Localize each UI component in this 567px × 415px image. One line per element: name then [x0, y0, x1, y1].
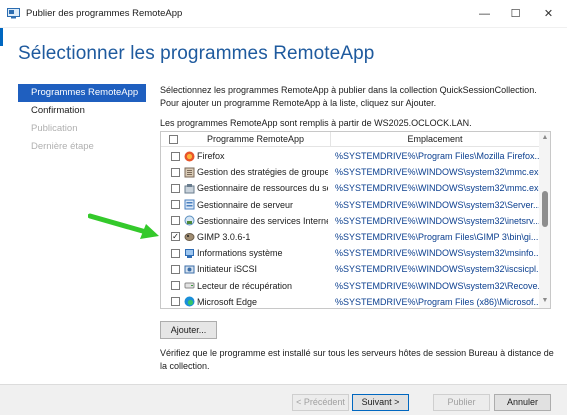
- program-row[interactable]: Informations système %SYSTEMDRIVE%\WINDOW…: [161, 245, 539, 261]
- column-header-location[interactable]: Emplacement: [331, 132, 539, 147]
- title-bar: Publier des programmes RemoteApp — ☐ ✕: [0, 0, 567, 28]
- program-row[interactable]: ✓ GIMP 3.0.6-1 %SYSTEMDRIVE%\Program Files…: [161, 229, 539, 245]
- select-all-checkbox[interactable]: [169, 135, 178, 144]
- program-checkbox[interactable]: [171, 281, 180, 290]
- wizard-nav: Programmes RemoteApp Confirmation Public…: [18, 84, 146, 156]
- program-name: Gestion des stratégies de groupe: [197, 167, 328, 178]
- resource-manager-icon: [184, 183, 195, 194]
- program-name: Microsoft Edge: [197, 296, 258, 307]
- program-row[interactable]: Gestionnaire de ressources du serveur %SY…: [161, 180, 539, 196]
- remote-desktop-icon: [7, 8, 20, 19]
- program-name: Initiateur iSCSI: [197, 264, 258, 275]
- nav-item-programmes-remoteapp[interactable]: Programmes RemoteApp: [18, 84, 146, 102]
- program-row[interactable]: Firefox %SYSTEMDRIVE%\Program Files\Mozil…: [161, 148, 539, 164]
- green-arrow-icon: [88, 213, 159, 239]
- program-name: Firefox: [197, 151, 225, 161]
- nav-item-confirmation[interactable]: Confirmation: [18, 102, 146, 120]
- program-row[interactable]: Lecteur de récupération %SYSTEMDRIVE%\WIN…: [161, 278, 539, 294]
- program-location: %SYSTEMDRIVE%\Program Files (x86)\Micros…: [335, 296, 539, 307]
- nav-item-publication: Publication: [31, 123, 78, 134]
- program-location: %SYSTEMDRIVE%\WINDOWS\system32\Recove...: [335, 280, 539, 291]
- scroll-up-arrow-icon[interactable]: ▲: [539, 133, 550, 143]
- next-button[interactable]: Suivant >: [352, 394, 409, 411]
- server-manager-icon: [184, 199, 195, 210]
- window-title: Publier des programmes RemoteApp: [26, 8, 183, 19]
- program-name: Gestionnaire de ressources du serveur: [197, 183, 328, 194]
- recovery-drive-icon: [184, 282, 195, 289]
- program-location: %SYSTEMDRIVE%\Program Files\Mozilla Fire…: [335, 151, 539, 161]
- program-row[interactable]: Initiateur iSCSI %SYSTEMDRIVE%\WINDOWS\sy…: [161, 261, 539, 277]
- gimp-icon: [184, 233, 195, 242]
- program-list[interactable]: Programme RemoteApp Emplacement Firefox%…: [160, 131, 551, 309]
- program-location: %SYSTEMDRIVE%\WINDOWS\system32\inetsrv..…: [335, 215, 539, 226]
- edge-icon: [184, 296, 195, 307]
- program-location: %SYSTEMDRIVE%\WINDOWS\system32\iscsicpl.…: [335, 264, 539, 275]
- program-name: Gestionnaire de serveur: [197, 199, 294, 210]
- window-edge-accent: [0, 28, 3, 46]
- iscsi-icon: [184, 265, 195, 274]
- previous-button: < Précédent: [292, 394, 349, 411]
- program-location: %SYSTEMDRIVE%\WINDOWS\system32\mmc.exe: [335, 183, 539, 194]
- program-checkbox[interactable]: ✓: [171, 232, 180, 242]
- close-button[interactable]: ✕: [532, 0, 565, 28]
- program-checkbox[interactable]: [171, 264, 180, 274]
- program-checkbox[interactable]: [171, 200, 180, 210]
- program-row[interactable]: Gestionnaire des services Internet %SYSTE…: [161, 213, 539, 229]
- program-row[interactable]: Gestionnaire de serveur %SYSTEMDRIVE%\WIN…: [161, 197, 539, 213]
- publish-button: Publier: [433, 394, 490, 411]
- wizard-footer: < Précédent Suivant > Publier Annuler: [0, 384, 567, 415]
- firefox-icon: [184, 151, 195, 161]
- program-checkbox[interactable]: [171, 248, 180, 258]
- program-checkbox[interactable]: [171, 216, 180, 226]
- cancel-button[interactable]: Annuler: [494, 394, 551, 411]
- nav-item-derniere-etape: Dernière étape: [31, 141, 94, 152]
- program-name: Informations système: [197, 248, 283, 259]
- program-name: GIMP 3.0.6-1: [197, 231, 251, 242]
- scroll-thumb[interactable]: [542, 191, 548, 227]
- program-checkbox[interactable]: [171, 297, 180, 307]
- program-location: %SYSTEMDRIVE%\WINDOWS\system32\Server...: [335, 199, 539, 210]
- system-info-icon: [185, 248, 194, 258]
- group-policy-icon: [184, 167, 195, 178]
- maximize-button[interactable]: ☐: [499, 0, 532, 28]
- install-note: Vérifiez que le programme est installé s…: [160, 348, 554, 371]
- add-button[interactable]: Ajouter...: [160, 321, 217, 339]
- column-header-program[interactable]: Programme RemoteApp: [181, 132, 331, 147]
- program-checkbox[interactable]: [171, 183, 180, 193]
- program-row[interactable]: Gestion des stratégies de groupe %SYSTEMD…: [161, 164, 539, 180]
- program-rows: Firefox %SYSTEMDRIVE%\Program Files\Mozil…: [161, 148, 539, 308]
- program-location: %SYSTEMDRIVE%\Program Files\GIMP 3\bin\g…: [335, 231, 539, 242]
- program-location: %SYSTEMDRIVE%\WINDOWS\system32\msinfo...: [335, 248, 539, 259]
- scroll-down-arrow-icon[interactable]: ▼: [539, 296, 550, 306]
- program-list-label: Les programmes RemoteApp sont remplis à …: [160, 118, 472, 128]
- program-checkbox[interactable]: [171, 167, 180, 177]
- page-title: Sélectionner les programmes RemoteApp: [18, 43, 375, 64]
- program-checkbox[interactable]: [171, 151, 180, 161]
- program-name: Lecteur de récupération: [197, 280, 293, 291]
- program-location: %SYSTEMDRIVE%\WINDOWS\system32\mmc.exe: [335, 167, 539, 178]
- vertical-scrollbar[interactable]: ▲ ▼: [539, 132, 550, 308]
- minimize-button[interactable]: —: [468, 0, 501, 28]
- program-name: Gestionnaire des services Internet: [197, 215, 328, 226]
- page-description: Sélectionnez les programmes RemoteApp à …: [160, 85, 537, 108]
- list-header: Programme RemoteApp Emplacement: [161, 132, 539, 147]
- program-row[interactable]: Microsoft Edge %SYSTEMDRIVE%\Program File…: [161, 294, 539, 308]
- iis-icon: [184, 215, 195, 226]
